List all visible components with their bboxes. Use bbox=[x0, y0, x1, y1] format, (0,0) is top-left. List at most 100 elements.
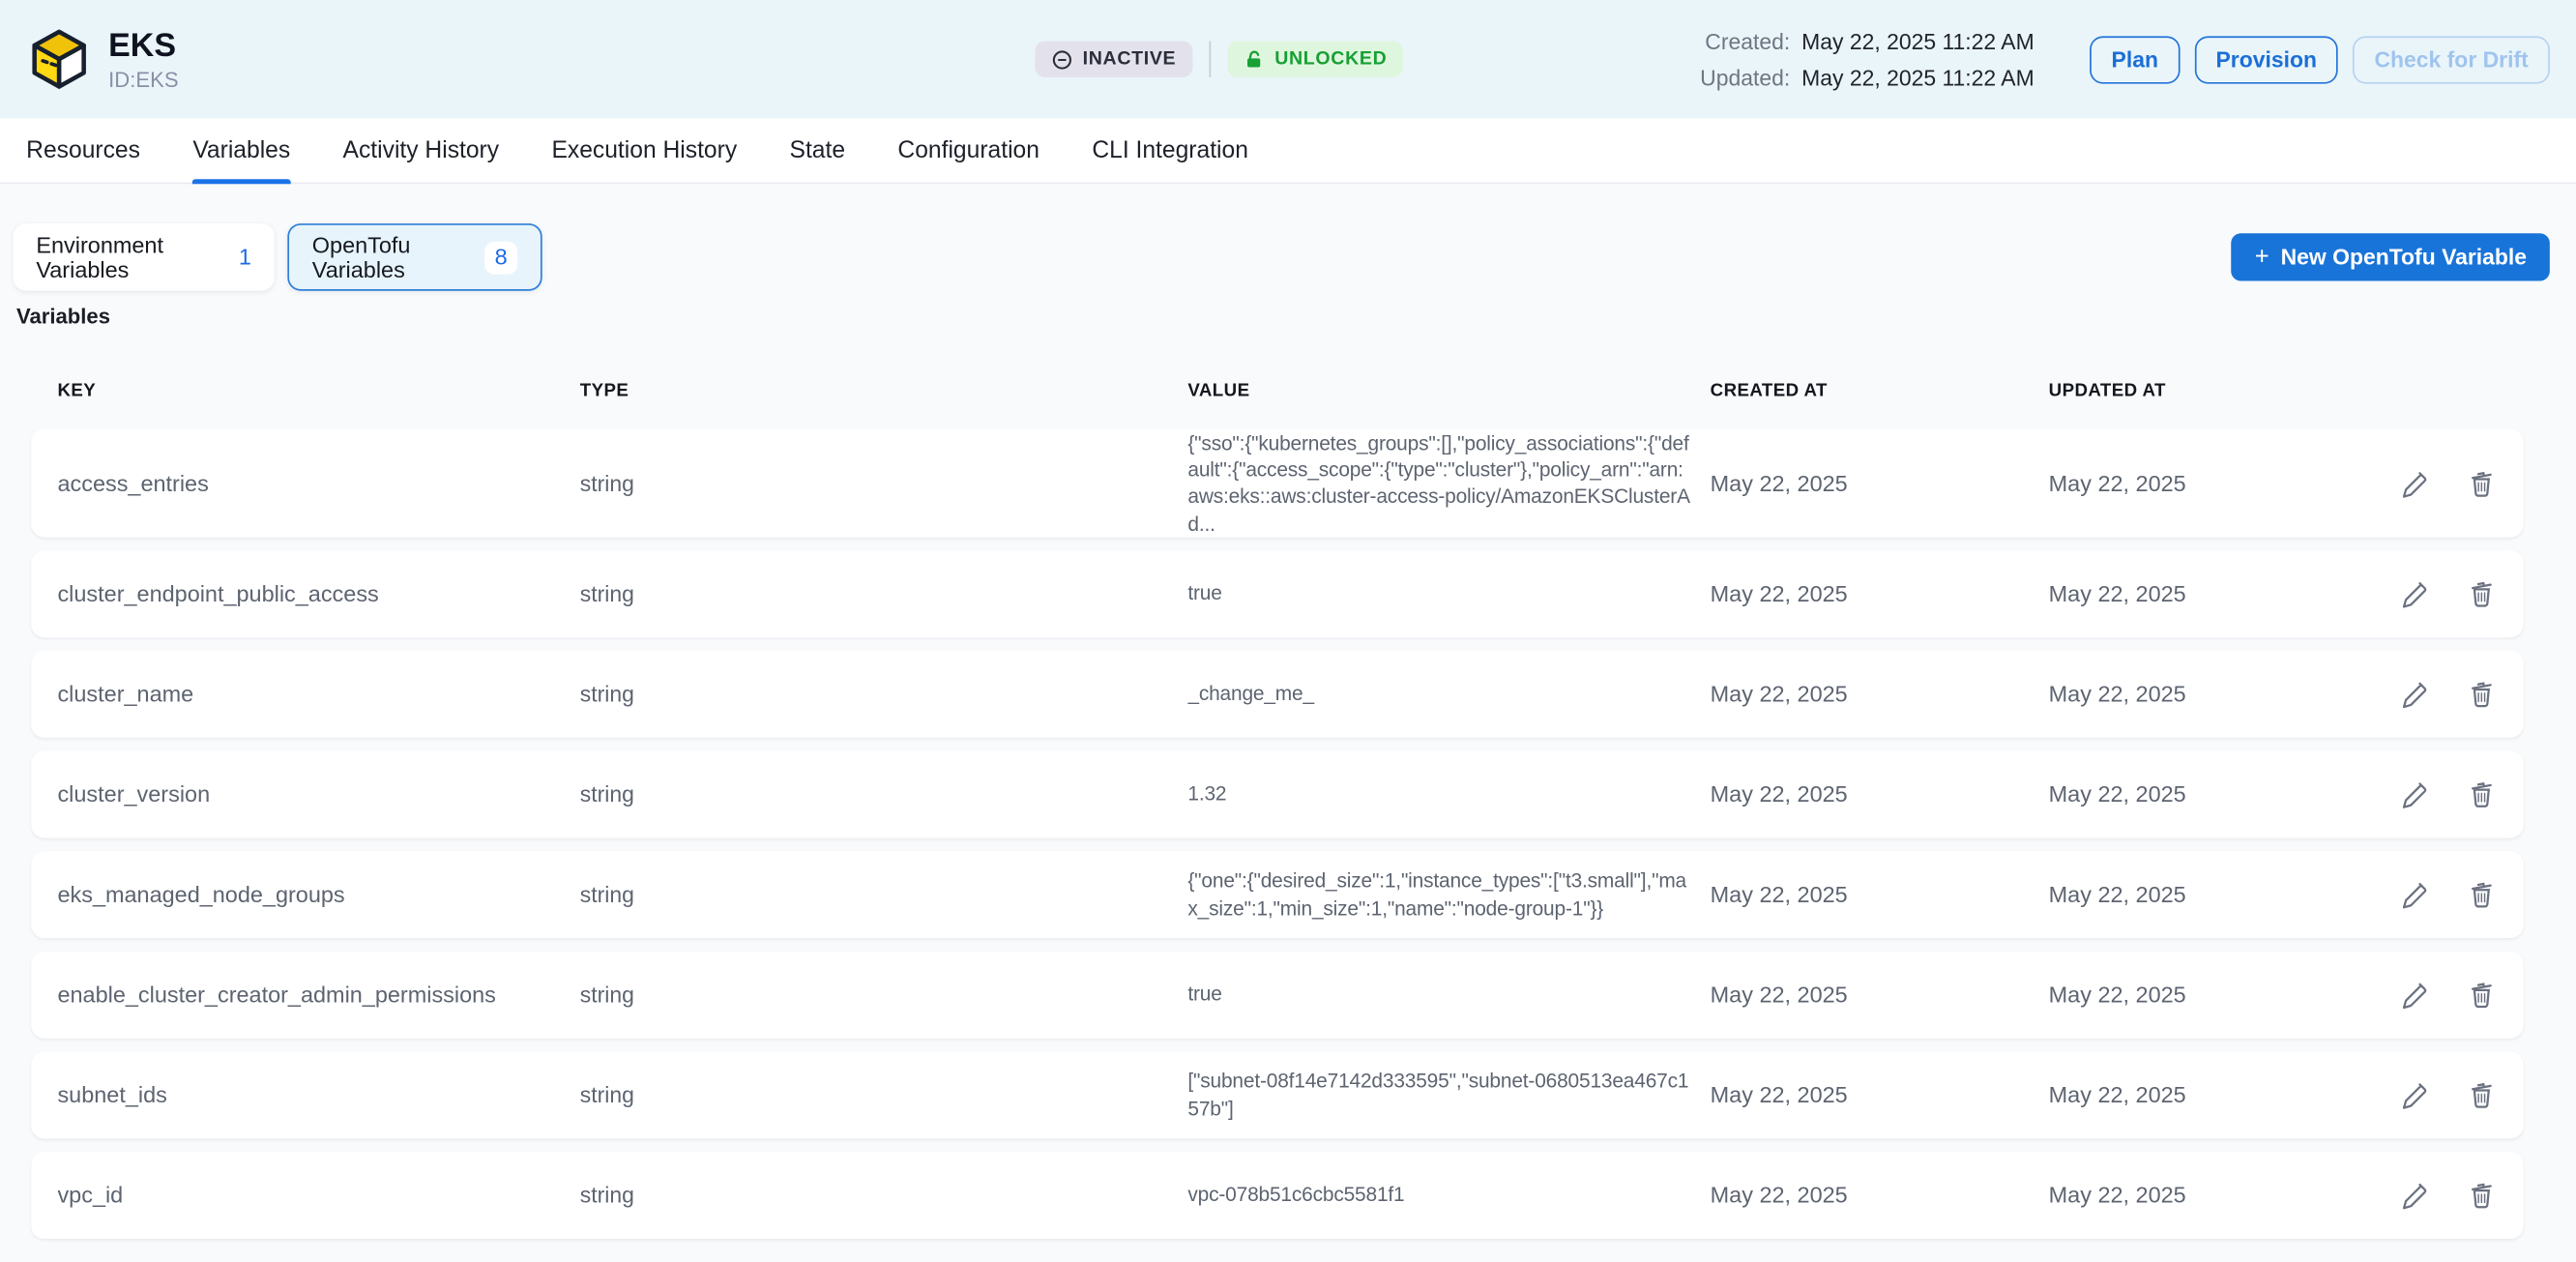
pencil-icon bbox=[2399, 980, 2430, 1011]
table-row: subnet_ids string ["subnet-08f14e7142d33… bbox=[31, 1051, 2523, 1138]
delete-variable-button[interactable] bbox=[2466, 578, 2497, 609]
cube-logo-icon bbox=[26, 26, 92, 92]
lock-badge: UNLOCKED bbox=[1227, 41, 1403, 76]
tab-configuration[interactable]: Configuration bbox=[897, 118, 1039, 182]
row-key: eks_managed_node_groups bbox=[57, 882, 579, 906]
trash-icon bbox=[2466, 879, 2497, 910]
subtab-opentofu-count: 8 bbox=[484, 241, 517, 274]
row-value: {"sso":{"kubernetes_groups":[],"policy_a… bbox=[1187, 430, 1710, 536]
row-value: 1.32 bbox=[1187, 781, 1710, 808]
row-key: vpc_id bbox=[57, 1183, 579, 1207]
delete-variable-button[interactable] bbox=[2466, 778, 2497, 809]
row-key: enable_cluster_creator_admin_permissions bbox=[57, 983, 579, 1007]
tab-variables[interactable]: Variables bbox=[192, 118, 290, 182]
row-type: string bbox=[580, 882, 1188, 906]
row-key: cluster_name bbox=[57, 682, 579, 706]
row-updated: May 22, 2025 bbox=[2049, 1183, 2347, 1207]
col-header-key: KEY bbox=[57, 381, 579, 400]
page-title: EKS bbox=[108, 27, 178, 63]
page-subtitle: ID:EKS bbox=[108, 67, 178, 91]
trash-icon bbox=[2466, 679, 2497, 710]
row-type: string bbox=[580, 1083, 1188, 1107]
subtab-env-label: Environment Variables bbox=[36, 232, 216, 281]
delete-variable-button[interactable] bbox=[2466, 879, 2497, 910]
pencil-icon bbox=[2399, 578, 2430, 609]
row-value: true bbox=[1187, 580, 1710, 607]
row-key: subnet_ids bbox=[57, 1083, 579, 1107]
delete-variable-button[interactable] bbox=[2466, 679, 2497, 710]
delete-variable-button[interactable] bbox=[2466, 1180, 2497, 1211]
subtab-environment-variables[interactable]: Environment Variables 1 bbox=[14, 223, 275, 291]
row-created: May 22, 2025 bbox=[1711, 782, 2049, 807]
pencil-icon bbox=[2399, 1079, 2430, 1110]
row-created: May 22, 2025 bbox=[1711, 983, 2049, 1007]
new-opentofu-variable-button[interactable]: + New OpenTofu Variable bbox=[2232, 233, 2550, 280]
tab-state[interactable]: State bbox=[790, 118, 846, 182]
trash-icon bbox=[2466, 778, 2497, 809]
row-value: ["subnet-08f14e7142d333595","subnet-0680… bbox=[1187, 1069, 1710, 1122]
table-row: cluster_endpoint_public_access string tr… bbox=[31, 550, 2523, 637]
trash-icon bbox=[2466, 578, 2497, 609]
row-updated: May 22, 2025 bbox=[2049, 471, 2347, 495]
created-value: May 22, 2025 11:22 AM bbox=[1801, 29, 2034, 53]
delete-variable-button[interactable] bbox=[2466, 980, 2497, 1011]
plan-button[interactable]: Plan bbox=[2090, 36, 2180, 83]
section-title: Variables bbox=[16, 304, 2576, 328]
row-updated: May 22, 2025 bbox=[2049, 1083, 2347, 1107]
header-actions: Plan Provision Check for Drift bbox=[2090, 36, 2549, 83]
tab-cli-integration[interactable]: CLI Integration bbox=[1092, 118, 1248, 182]
subtab-env-count: 1 bbox=[239, 245, 251, 269]
edit-variable-button[interactable] bbox=[2399, 778, 2430, 809]
row-created: May 22, 2025 bbox=[1711, 682, 2049, 706]
minus-circle-icon bbox=[1051, 48, 1072, 70]
table-row: vpc_id string vpc-078b51c6cbc5581f1 May … bbox=[31, 1152, 2523, 1239]
row-updated: May 22, 2025 bbox=[2049, 983, 2347, 1007]
row-type: string bbox=[580, 682, 1188, 706]
plus-icon: + bbox=[2255, 245, 2269, 269]
col-header-type: TYPE bbox=[580, 381, 1188, 400]
edit-variable-button[interactable] bbox=[2399, 879, 2430, 910]
edit-variable-button[interactable] bbox=[2399, 1180, 2430, 1211]
edit-variable-button[interactable] bbox=[2399, 1079, 2430, 1110]
row-created: May 22, 2025 bbox=[1711, 1083, 2049, 1107]
tab-execution-history[interactable]: Execution History bbox=[551, 118, 737, 182]
provision-button[interactable]: Provision bbox=[2194, 36, 2338, 83]
trash-icon bbox=[2466, 1079, 2497, 1110]
status-badge-label: INACTIVE bbox=[1083, 49, 1177, 69]
row-key: access_entries bbox=[57, 471, 579, 495]
updated-value: May 22, 2025 11:22 AM bbox=[1801, 65, 2034, 89]
tab-activity-history[interactable]: Activity History bbox=[343, 118, 500, 182]
new-variable-label: New OpenTofu Variable bbox=[2281, 245, 2527, 269]
delete-variable-button[interactable] bbox=[2466, 1079, 2497, 1110]
tab-resources[interactable]: Resources bbox=[26, 118, 140, 182]
trash-icon bbox=[2466, 1180, 2497, 1211]
subtab-opentofu-variables[interactable]: OpenTofu Variables 8 bbox=[287, 223, 542, 291]
status-badge: INACTIVE bbox=[1035, 41, 1192, 76]
table-row: enable_cluster_creator_admin_permissions… bbox=[31, 952, 2523, 1039]
edit-variable-button[interactable] bbox=[2399, 679, 2430, 710]
trash-icon bbox=[2466, 467, 2497, 498]
pencil-icon bbox=[2399, 778, 2430, 809]
row-value: _change_me_ bbox=[1187, 681, 1710, 708]
row-created: May 22, 2025 bbox=[1711, 471, 2049, 495]
variables-table: access_entries string {"sso":{"kubernete… bbox=[31, 428, 2523, 1239]
edit-variable-button[interactable] bbox=[2399, 578, 2430, 609]
workspace-brand: EKS ID:EKS bbox=[26, 26, 178, 92]
pencil-icon bbox=[2399, 879, 2430, 910]
row-key: cluster_version bbox=[57, 782, 579, 807]
col-header-value: VALUE bbox=[1187, 381, 1710, 400]
row-type: string bbox=[580, 782, 1188, 807]
row-type: string bbox=[580, 471, 1188, 495]
row-updated: May 22, 2025 bbox=[2049, 682, 2347, 706]
row-key: cluster_endpoint_public_access bbox=[57, 581, 579, 605]
row-updated: May 22, 2025 bbox=[2049, 581, 2347, 605]
check-for-drift-button[interactable]: Check for Drift bbox=[2353, 36, 2549, 83]
edit-variable-button[interactable] bbox=[2399, 980, 2430, 1011]
table-header-row: KEY TYPE VALUE CREATED AT UPDATED AT bbox=[57, 381, 2523, 400]
delete-variable-button[interactable] bbox=[2466, 467, 2497, 498]
tab-bar: Resources Variables Activity History Exe… bbox=[0, 118, 2576, 184]
edit-variable-button[interactable] bbox=[2399, 467, 2430, 498]
trash-icon bbox=[2466, 980, 2497, 1011]
col-header-created: CREATED AT bbox=[1711, 381, 2049, 400]
subtab-opentofu-label: OpenTofu Variables bbox=[312, 232, 462, 281]
